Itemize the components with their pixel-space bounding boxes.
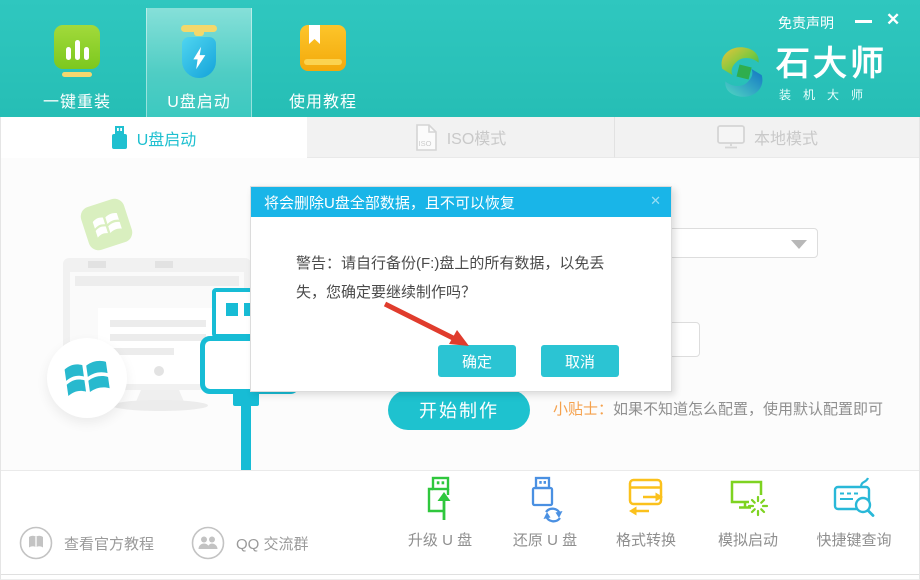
main-content: 开始制作 小贴士：如果不知道怎么配置，使用默认配置即可 将会删除U盘全部数据，且… [0, 158, 920, 470]
tool-upgrade-usb[interactable]: 升级 U 盘 [385, 475, 495, 550]
usb-shield-icon [181, 25, 217, 81]
iso-file-icon: ISO [415, 124, 438, 151]
brand-name: 石大师 [776, 44, 887, 84]
dialog-titlebar: 将会删除U盘全部数据，且不可以恢复 ✕ [251, 187, 671, 217]
brand-subtitle: 装机大师 [779, 86, 887, 103]
usb-restore-icon [522, 475, 568, 523]
footer-bar: 查看官方教程 QQ 交流群 升级 U 盘 [0, 470, 920, 580]
mode-tab-label: 本地模式 [754, 125, 818, 149]
start-make-button[interactable]: 开始制作 [388, 390, 530, 430]
warning-dialog: 将会删除U盘全部数据，且不可以恢复 ✕ 警告：请自行备份(F:)盘上的所有数据，… [250, 186, 672, 392]
windows-tile-icon [78, 196, 135, 253]
tool-restore-usb[interactable]: 还原 U 盘 [490, 475, 600, 550]
mode-tab-label: ISO模式 [447, 125, 507, 149]
nav-tab-label: U盘启动 [167, 88, 231, 112]
header-bar: 一键重装 U盘启动 使用教程 免责 [0, 0, 920, 117]
footer-tool-label: 快捷键查询 [816, 529, 891, 550]
footer-tool-label: 升级 U 盘 [408, 529, 472, 550]
nav-tab-one-key-reinstall[interactable]: 一键重装 [15, 8, 139, 117]
tip-label: 小贴士： [553, 401, 613, 418]
windows-logo-badge [47, 338, 127, 418]
nav-tab-label: 一键重装 [43, 88, 111, 112]
tool-simulate-boot[interactable]: 模拟启动 [693, 475, 803, 550]
svg-text:ISO: ISO [418, 139, 431, 148]
monitor-icon [717, 125, 745, 149]
footer-tool-label: 还原 U 盘 [513, 529, 577, 550]
footer-tool-label: 模拟启动 [718, 529, 778, 550]
nav-tab-tutorial[interactable]: 使用教程 [256, 8, 390, 117]
app-window: 一键重装 U盘启动 使用教程 免责 [0, 0, 920, 580]
qq-group-link[interactable]: QQ 交流群 [191, 526, 309, 560]
book-circle-icon [19, 526, 53, 560]
footer-tool-label: 格式转换 [616, 529, 676, 550]
dialog-message: 警告：请自行备份(F:)盘上的所有数据，以免丢失，您确定要继续制作吗？ [251, 217, 671, 308]
brand-logo: 石大师 装机大师 [716, 44, 887, 103]
close-icon[interactable]: ✕ [886, 10, 900, 30]
dialog-close-icon[interactable]: ✕ [650, 193, 661, 209]
simulate-boot-icon [725, 475, 771, 523]
disclaimer-link[interactable]: 免责声明 [778, 13, 834, 33]
confirm-button[interactable]: 确定 [438, 345, 516, 377]
tool-hotkey-search[interactable]: 快捷键查询 [799, 475, 909, 550]
usb-icon [111, 126, 128, 149]
book-icon [300, 25, 346, 81]
footer-link-label: 查看官方教程 [64, 533, 154, 554]
usb-cable [241, 404, 251, 470]
minimize-icon[interactable] [855, 20, 872, 23]
windows-flag-icon [61, 354, 112, 402]
tool-format-convert[interactable]: 格式转换 [591, 475, 701, 550]
official-tutorial-link[interactable]: 查看官方教程 [19, 526, 154, 560]
nav-tab-label: 使用教程 [289, 88, 357, 112]
hotkey-search-icon [831, 475, 877, 523]
brand-swirl-icon [716, 44, 768, 100]
footer-link-label: QQ 交流群 [236, 533, 309, 554]
nav-tab-usb-boot[interactable]: U盘启动 [146, 8, 252, 117]
mode-tab-local[interactable]: 本地模式 [614, 117, 920, 158]
dialog-title: 将会删除U盘全部数据，且不可以恢复 [264, 192, 515, 213]
usb-upgrade-icon [417, 475, 463, 523]
mode-tab-label: U盘启动 [137, 126, 197, 150]
people-circle-icon [191, 526, 225, 560]
cancel-button[interactable]: 取消 [541, 345, 619, 377]
mode-tab-usb-boot[interactable]: U盘启动 [0, 117, 307, 158]
mode-tab-iso[interactable]: ISO ISO模式 [307, 117, 614, 158]
bar-chart-icon [54, 25, 100, 81]
tip-text: 小贴士：如果不知道怎么配置，使用默认配置即可 [553, 398, 883, 419]
chevron-down-icon [791, 240, 807, 249]
format-convert-icon [623, 475, 669, 523]
monitor-base [112, 400, 208, 411]
lightning-icon [187, 43, 211, 73]
